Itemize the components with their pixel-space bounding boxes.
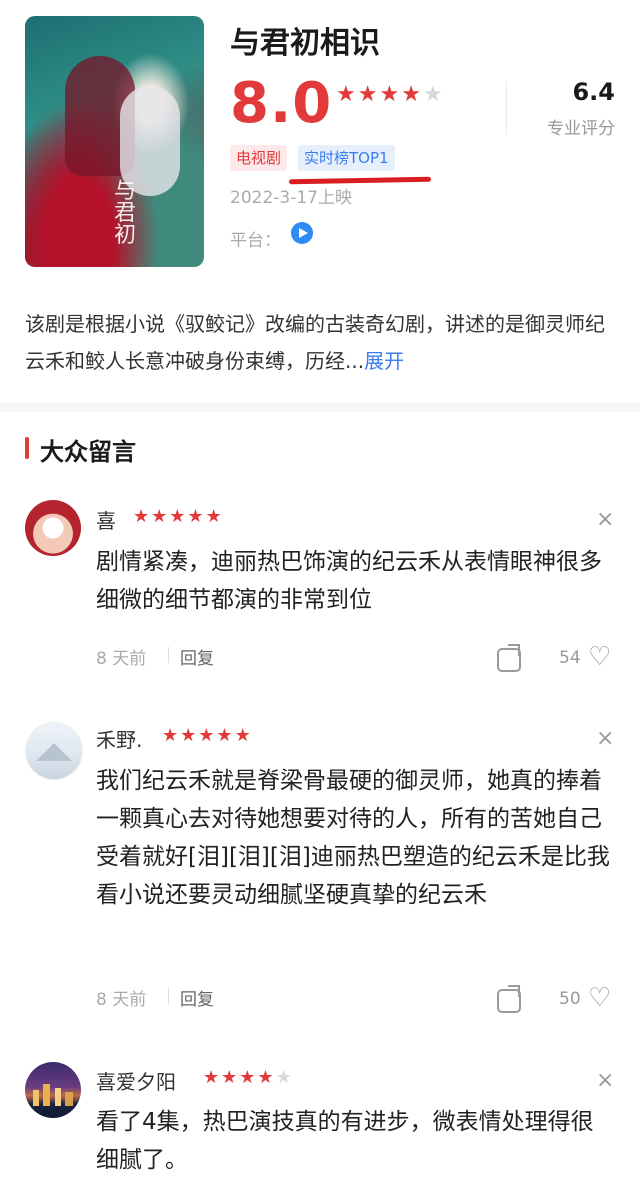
- meta-divider: [168, 988, 169, 1004]
- star-icon: ★: [336, 82, 358, 107]
- section-marker: [25, 437, 29, 459]
- release-date: 2022-3-17上映: [230, 188, 352, 208]
- pro-score: 6.4: [572, 78, 615, 106]
- building-icon: [65, 1092, 73, 1106]
- star-icon: ★: [169, 506, 188, 527]
- star-icon: ★: [162, 725, 181, 746]
- section-title: 大众留言: [40, 438, 136, 466]
- show-title: 与君初相识: [230, 26, 380, 61]
- star-icon: ★: [422, 82, 445, 107]
- expand-link[interactable]: 展开: [364, 349, 404, 373]
- star-icon: ★: [357, 82, 380, 107]
- tencent-video-icon[interactable]: [291, 222, 313, 244]
- comment-text: 我们纪云禾就是脊梁骨最硬的御灵师，她真的捧着一颗真心去对待她想要对待的人，所有的…: [96, 768, 610, 908]
- reply-button[interactable]: 回复: [180, 644, 214, 669]
- user-rating: ★★★★★: [203, 1067, 294, 1088]
- avatar[interactable]: [25, 722, 83, 780]
- score-divider: [506, 82, 507, 134]
- close-icon[interactable]: ×: [596, 1068, 614, 1093]
- star-icon: ★: [203, 1067, 222, 1088]
- building-icon: [33, 1090, 39, 1106]
- star-icon: ★: [187, 506, 206, 527]
- star-icon: ★: [239, 1067, 258, 1088]
- star-icon: ★: [180, 725, 199, 746]
- star-icon: ★: [275, 1067, 294, 1088]
- building-icon: [55, 1088, 61, 1106]
- tag-realtime-top1[interactable]: 实时榜TOP1: [298, 145, 395, 171]
- star-icon: ★: [234, 725, 253, 746]
- star-icon: ★: [257, 1067, 276, 1088]
- meta-divider: [168, 647, 169, 663]
- comment-time: 8 天前: [96, 990, 147, 1010]
- like-count: 50: [559, 989, 581, 1009]
- star-icon: ★: [151, 506, 170, 527]
- star-icon: ★: [133, 506, 152, 527]
- rating-stars: ★★★★★: [336, 82, 445, 107]
- section-separator: [0, 402, 640, 412]
- share-icon[interactable]: [497, 989, 521, 1013]
- building-icon: [43, 1084, 50, 1106]
- like-count: 54: [559, 648, 581, 668]
- user-name[interactable]: 喜: [96, 505, 116, 534]
- tag-tv-series[interactable]: 电视剧: [230, 145, 288, 171]
- user-rating: ★★★★★: [133, 506, 224, 527]
- avatar[interactable]: [25, 500, 81, 556]
- share-icon[interactable]: [497, 648, 521, 672]
- audience-score: 8.0: [230, 71, 333, 136]
- star-icon: ★: [216, 725, 235, 746]
- star-icon: ★: [221, 1067, 240, 1088]
- star-icon: ★: [379, 82, 402, 107]
- heart-icon[interactable]: ♡: [588, 985, 611, 1011]
- close-icon[interactable]: ×: [596, 507, 614, 532]
- star-icon: ★: [198, 725, 217, 746]
- close-icon[interactable]: ×: [596, 726, 614, 751]
- user-name[interactable]: 喜爱夕阳: [96, 1066, 176, 1095]
- platform-label: 平台：: [230, 231, 281, 251]
- synopsis-text: 该剧是根据小说《驭鲛记》改编的古装奇幻剧，讲述的是御灵师纪云禾和鲛人长意冲破身份…: [25, 312, 605, 373]
- heart-icon[interactable]: ♡: [588, 644, 611, 670]
- poster-calligraphy: 与君初: [113, 179, 136, 248]
- star-icon: ★: [401, 82, 423, 107]
- synopsis: 该剧是根据小说《驭鲛记》改编的古装奇幻剧，讲述的是御灵师纪云禾和鲛人长意冲破身份…: [25, 306, 620, 380]
- user-rating: ★★★★★: [162, 725, 253, 746]
- user-name[interactable]: 禾野.: [96, 724, 142, 753]
- star-icon: ★: [205, 506, 224, 527]
- avatar[interactable]: [25, 1062, 81, 1118]
- comment-text: 剧情紧凑，迪丽热巴饰演的纪云禾从表情眼神很多细微的细节都演的非常到位: [96, 549, 602, 613]
- pro-score-label: 专业评分: [547, 119, 615, 139]
- reply-button[interactable]: 回复: [180, 985, 214, 1010]
- comment-time: 8 天前: [96, 649, 147, 669]
- mountain-icon: [36, 743, 72, 761]
- comment-text: 看了4集，热巴演技真的有进步，微表情处理得很细腻了。: [96, 1109, 594, 1173]
- poster-image[interactable]: 与君初: [25, 16, 204, 267]
